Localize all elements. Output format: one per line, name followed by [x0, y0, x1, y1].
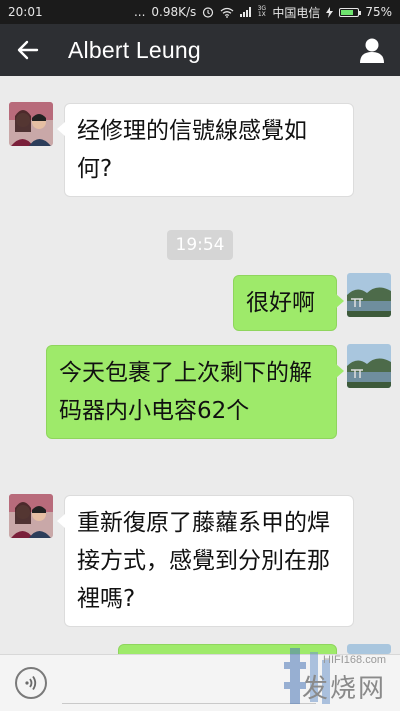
message-timestamp: 19:54	[167, 230, 233, 260]
network-speed: 0.98K/s	[151, 5, 197, 19]
chat-header: Albert Leung	[0, 24, 400, 76]
wifi-icon	[220, 7, 234, 18]
back-button[interactable]	[0, 24, 56, 76]
outgoing-message-bubble[interactable]: 今天包裹了上次剩下的解码器内小电容62个	[46, 345, 344, 439]
carrier-name: 中国电信	[272, 5, 321, 20]
message-list[interactable]: 经修理的信號線感覺如何? 19:54 很好啊 今天包裹了上次剩下的解码器内小电容…	[0, 76, 400, 654]
profile-button[interactable]	[358, 36, 386, 64]
landscape-photo-avatar	[347, 644, 391, 654]
network-type: 3G 1X	[257, 5, 267, 18]
status-bar: 20:01 ... 0.98K/s 3G 1X 中国电信 75%	[0, 0, 400, 24]
outgoing-message-bubble-partial[interactable]	[118, 644, 337, 654]
contact-avatar[interactable]	[9, 102, 53, 146]
incoming-message-bubble[interactable]: 经修理的信號線感覺如何?	[57, 103, 354, 197]
battery-percent: 75%	[365, 5, 392, 19]
outgoing-message-bubble[interactable]: 很好啊	[233, 275, 344, 331]
status-time: 20:01	[8, 5, 43, 19]
voice-icon	[25, 675, 37, 691]
status-right: ... 0.98K/s 3G 1X 中国电信 75%	[134, 4, 392, 21]
my-avatar[interactable]	[347, 344, 391, 388]
signal-icon	[240, 7, 252, 17]
landscape-photo-avatar	[347, 273, 391, 317]
contact-avatar[interactable]	[9, 494, 53, 538]
alarm-icon	[203, 7, 214, 18]
back-arrow-icon	[17, 40, 39, 60]
landscape-photo-avatar	[347, 344, 391, 388]
chat-title: Albert Leung	[68, 36, 201, 63]
couple-photo-avatar	[9, 494, 53, 538]
incoming-message-bubble[interactable]: 重新復原了藤蘿系甲的焊接方式，感覺到分別在那裡嗎?	[57, 495, 354, 627]
person-icon	[360, 38, 384, 63]
charging-icon	[326, 6, 334, 18]
watermark-url: HIFI168.com	[323, 654, 386, 666]
battery-icon	[339, 7, 362, 17]
message-input[interactable]	[62, 665, 316, 704]
couple-photo-avatar	[9, 102, 53, 146]
watermark-text: 发烧网	[301, 674, 386, 704]
voice-button[interactable]	[15, 667, 47, 699]
my-avatar[interactable]	[347, 273, 391, 317]
my-avatar[interactable]	[347, 644, 391, 654]
status-dots: ...	[133, 5, 146, 19]
